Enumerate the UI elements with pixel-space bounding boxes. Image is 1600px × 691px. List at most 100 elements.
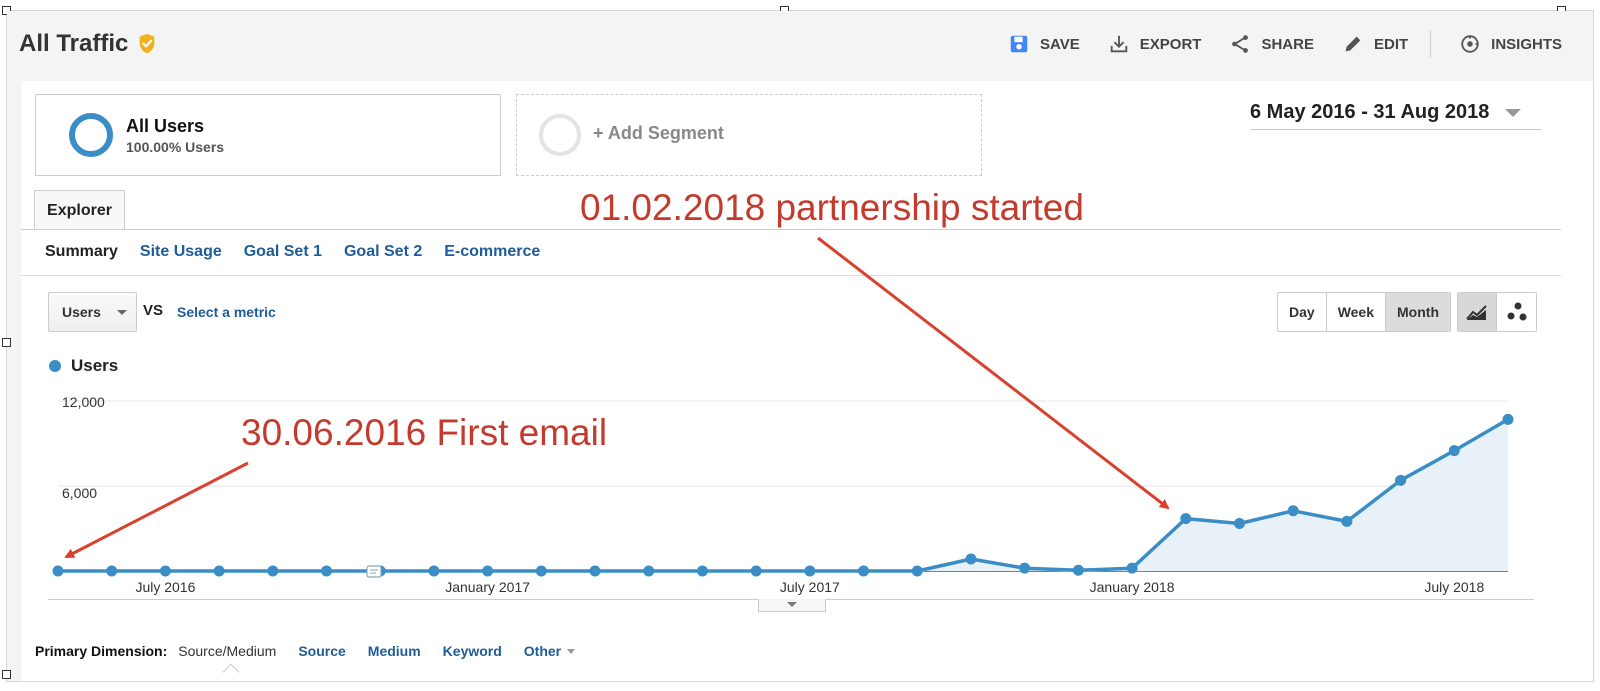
annotation-marker-icon[interactable]	[366, 565, 382, 578]
verified-badge-icon	[140, 33, 155, 54]
explorer-subtabs: Summary Site Usage Goal Set 1 Goal Set 2…	[45, 243, 540, 261]
data-point-2017-04[interactable]	[643, 565, 655, 577]
data-point-2016-10[interactable]	[321, 565, 333, 577]
dimension-source-medium[interactable]: Source/Medium	[178, 643, 276, 659]
metric-dropdown[interactable]: Users	[48, 292, 137, 332]
export-button[interactable]: EXPORT	[1108, 33, 1202, 55]
chevron-down-icon	[1505, 108, 1522, 117]
primary-dimension-bar: Primary Dimension: Source/Medium Source …	[35, 643, 576, 659]
page-title-text: All Traffic	[19, 30, 129, 57]
chevron-down-icon	[787, 602, 797, 607]
chevron-down-icon	[116, 309, 127, 315]
data-point-2018-04[interactable]	[1287, 505, 1299, 517]
x-tick-label: July 2016	[135, 579, 195, 595]
save-label: SAVE	[1040, 35, 1080, 53]
tab-divider	[21, 229, 1561, 230]
share-icon	[1232, 35, 1249, 53]
legend-marker	[49, 360, 61, 372]
data-point-2016-07[interactable]	[159, 565, 171, 577]
data-point-2016-06[interactable]	[106, 565, 118, 577]
edit-button[interactable]: EDIT	[1342, 33, 1408, 55]
subtab-summary[interactable]: Summary	[45, 243, 118, 261]
data-point-2018-02[interactable]	[1180, 513, 1192, 525]
x-tick-label: January 2018	[1090, 579, 1175, 595]
data-point-2018-08[interactable]	[1502, 413, 1514, 425]
subtab-ecommerce[interactable]: E-commerce	[444, 243, 540, 261]
period-month-button[interactable]: Month	[1386, 293, 1450, 331]
annotation-partnership: 01.02.2018 partnership started	[580, 187, 1084, 228]
segment-name: All Users	[126, 116, 205, 136]
page-title: All Traffic	[19, 30, 158, 58]
action-divider	[1430, 30, 1432, 58]
chevron-down-icon	[567, 648, 576, 654]
edit-icon	[1345, 36, 1361, 52]
data-point-2018-01[interactable]	[1126, 562, 1138, 574]
line-chart-button[interactable]	[1458, 293, 1497, 331]
data-point-2017-09[interactable]	[911, 565, 923, 577]
data-point-2018-06[interactable]	[1395, 474, 1407, 486]
resize-handle[interactable]	[2, 338, 11, 347]
dimension-source[interactable]: Source	[298, 643, 345, 659]
chart-legend: Users	[49, 356, 118, 376]
add-segment-label: + Add Segment	[593, 123, 724, 143]
segment-all-users[interactable]: All Users 100.00% Users	[35, 94, 501, 176]
x-tick-label: January 2017	[445, 579, 530, 595]
subtab-goal-set-2[interactable]: Goal Set 2	[344, 243, 422, 261]
export-label: EXPORT	[1139, 35, 1202, 53]
period-toggle: Day Week Month	[1277, 292, 1451, 332]
x-tick-label: July 2018	[1424, 579, 1484, 595]
save-button[interactable]: SAVE	[1008, 33, 1080, 55]
data-point-2017-12[interactable]	[1072, 564, 1084, 576]
chart-collapse-button[interactable]	[758, 599, 826, 612]
vs-label: VS	[143, 302, 164, 319]
add-segment-button[interactable]: + Add Segment	[516, 94, 982, 176]
data-point-2017-07[interactable]	[804, 565, 816, 577]
share-label: SHARE	[1261, 35, 1314, 53]
motion-chart-button[interactable]	[1497, 293, 1536, 331]
share-button[interactable]: SHARE	[1229, 33, 1314, 55]
dimension-keyword[interactable]: Keyword	[443, 643, 502, 659]
y-tick-label: 12,000	[62, 394, 105, 410]
tab-explorer-label: Explorer	[47, 201, 112, 219]
edit-label: EDIT	[1373, 35, 1409, 53]
data-point-2017-06[interactable]	[750, 565, 762, 577]
annotation-first-email: 30.06.2016 First email	[241, 412, 608, 453]
data-point-2017-05[interactable]	[696, 565, 708, 577]
data-point-2018-03[interactable]	[1233, 518, 1245, 530]
data-point-2017-01[interactable]	[482, 565, 494, 577]
data-point-2016-05[interactable]	[52, 565, 64, 577]
subtab-goal-set-1[interactable]: Goal Set 1	[244, 243, 322, 261]
line-chart-icon	[1466, 305, 1487, 320]
data-point-2016-09[interactable]	[267, 565, 279, 577]
data-point-2016-08[interactable]	[213, 565, 225, 577]
data-point-2018-05[interactable]	[1341, 515, 1353, 527]
dimension-other-label: Other	[523, 643, 562, 659]
y-tick-label: 6,000	[62, 485, 97, 501]
select-metric-link[interactable]: Select a metric	[177, 304, 276, 320]
dimension-other-dropdown[interactable]: Other	[523, 643, 576, 659]
tab-explorer[interactable]: Explorer	[34, 190, 125, 230]
data-point-2017-11[interactable]	[1019, 562, 1031, 574]
resize-handle[interactable]	[2, 670, 11, 679]
data-point-2017-08[interactable]	[858, 565, 870, 577]
users-line-chart: 12,000 6,000 July 2016 January 2017 July 20…	[52, 394, 1514, 595]
segment-share: 100.00% Users	[126, 139, 225, 155]
insights-button[interactable]: INSIGHTS	[1459, 33, 1562, 55]
data-point-2017-02[interactable]	[535, 565, 547, 577]
data-point-2017-10[interactable]	[965, 553, 977, 565]
data-point-2018-07[interactable]	[1448, 445, 1460, 457]
insights-icon	[1461, 35, 1479, 53]
legend-label: Users	[71, 356, 119, 375]
date-range-picker[interactable]: 6 May 2016 - 31 Aug 2018	[1250, 96, 1542, 130]
date-range-text: 6 May 2016 - 31 Aug 2018	[1250, 101, 1490, 123]
period-day-button[interactable]: Day	[1278, 293, 1327, 331]
segment-ring-icon	[69, 113, 113, 157]
data-point-2017-03[interactable]	[589, 565, 601, 577]
insights-label: INSIGHTS	[1491, 35, 1562, 53]
subtab-site-usage[interactable]: Site Usage	[140, 243, 222, 261]
period-week-button[interactable]: Week	[1326, 293, 1387, 331]
data-point-2016-12[interactable]	[428, 565, 440, 577]
dimension-medium[interactable]: Medium	[368, 643, 421, 659]
save-icon	[1010, 35, 1028, 53]
export-icon	[1110, 35, 1128, 53]
